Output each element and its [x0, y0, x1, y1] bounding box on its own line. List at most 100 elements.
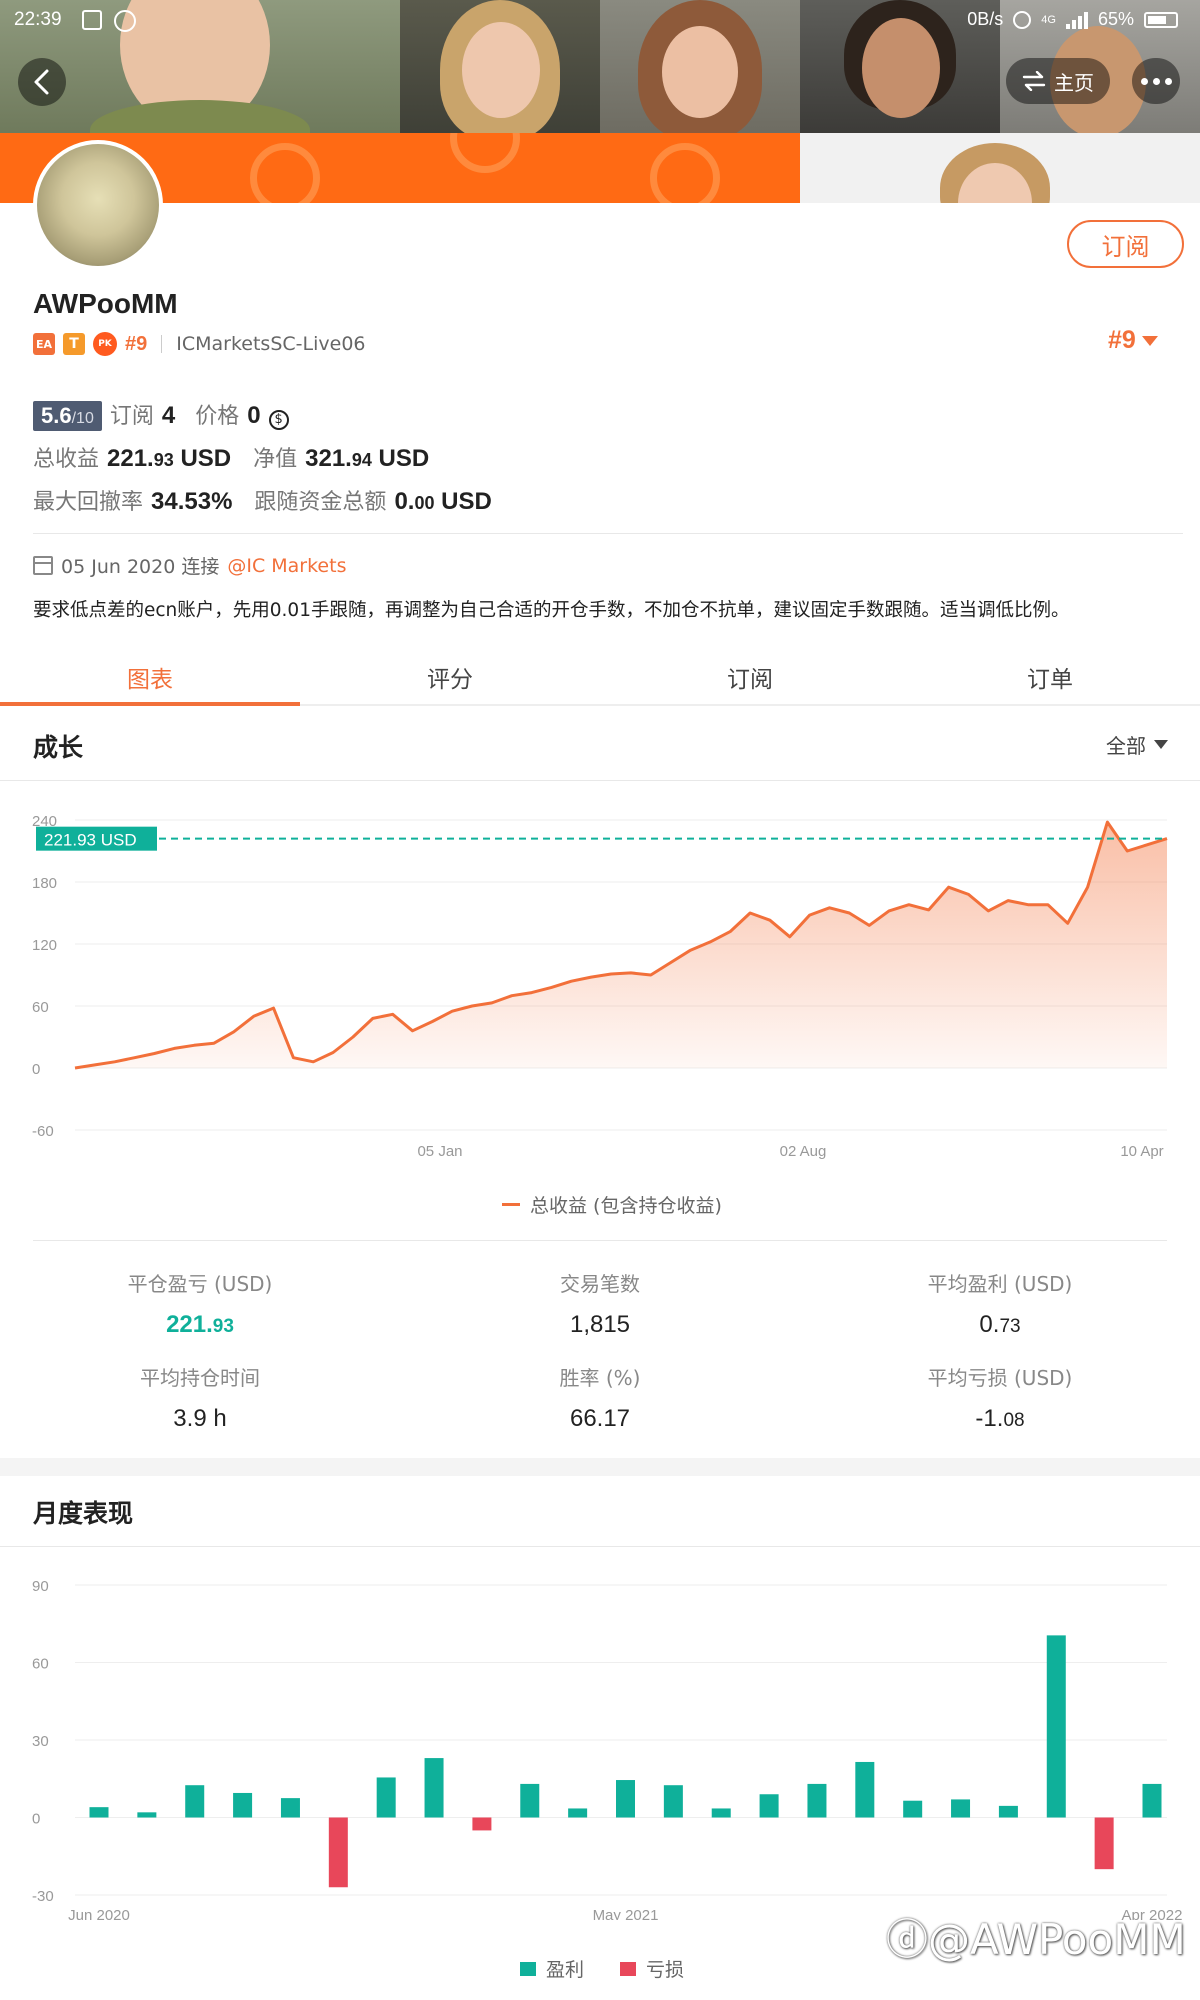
profit-row: 总收益 221.93 USD 净值 321.94 USD [33, 441, 429, 473]
swap-icon [1022, 71, 1046, 91]
battery-percent: 65% [1097, 9, 1134, 29]
max-drawdown-value: 34.53% [151, 488, 233, 515]
stat-label: 平均持仓时间 [140, 1366, 260, 1390]
tab-orders[interactable]: 订单 [900, 648, 1200, 704]
tab-rating[interactable]: 评分 [300, 648, 600, 704]
x-tick-label: Jun 2020 [68, 1907, 130, 1920]
chevron-left-icon [34, 69, 49, 95]
watermark: ⓓ@AWPooMM [886, 1915, 1186, 1964]
header-banner: 22:39 0B/s 4G 65% 主页 [0, 0, 1200, 203]
watermark-text: @AWPooMM [928, 1915, 1186, 1964]
profit-bar [89, 1807, 109, 1818]
y-tick-label: -60 [32, 1123, 54, 1140]
username: AWPooMM [33, 288, 178, 319]
stat-value: 3.9 h [173, 1405, 227, 1432]
tab-subscribe[interactable]: 订阅 [600, 648, 900, 704]
profit-bar [616, 1780, 635, 1818]
profit-bar [424, 1758, 444, 1818]
equity-label: 净值 [253, 447, 298, 472]
total-profit-value: 221.93 USD [107, 445, 232, 472]
range-select-label: 全部 [1106, 734, 1146, 758]
connection-info: 05 Jun 2020 连接 @IC Markets [33, 552, 346, 579]
y-tick-label: 60 [32, 999, 49, 1016]
battery-icon [1144, 11, 1178, 28]
legend-profit-swatch [520, 1961, 536, 1976]
range-select[interactable]: 全部 [1106, 730, 1168, 759]
profit-bar [663, 1785, 683, 1818]
stat-avg-loss: 平均亏损 (USD) -1.08 [800, 1362, 1200, 1433]
legend-loss-swatch [620, 1961, 637, 1976]
stat-label: 平均亏损 (USD) [927, 1366, 1073, 1390]
y-tick-label: -30 [32, 1888, 54, 1905]
price-value: 0 [247, 402, 261, 429]
stat-value: 1,815 [569, 1311, 631, 1338]
stat-value: -1.08 [975, 1405, 1025, 1432]
stat-label: 平仓盈亏 (USD) [127, 1272, 273, 1296]
follow-funds-label: 跟随资金总额 [254, 490, 387, 515]
y-tick-label: 0 [32, 1811, 40, 1828]
loss-bar [1094, 1817, 1114, 1870]
home-button[interactable]: 主页 [1006, 58, 1110, 104]
current-value-label: 221.93 USD [44, 831, 137, 850]
t-badge-icon: T [63, 333, 85, 355]
y-tick-label: 90 [32, 1578, 49, 1595]
profit-bar [1142, 1783, 1162, 1818]
tab-chart[interactable]: 图表 [0, 648, 300, 706]
max-drawdown-label: 最大回撤率 [33, 490, 144, 515]
profit-bar [280, 1798, 300, 1818]
growth-title: 成长 [33, 733, 84, 762]
loss-bar [328, 1817, 348, 1888]
rank-dropdown[interactable]: #9 [1108, 326, 1158, 355]
monthly-divider [0, 1546, 1200, 1547]
pk-fire-badge-icon: PK [93, 332, 117, 356]
profit-bar [903, 1800, 923, 1818]
x-tick-label: May 2021 [593, 1907, 659, 1920]
calendar-icon [33, 556, 53, 575]
stat-avg-profit: 平均盈利 (USD) 0.73 [800, 1268, 1200, 1339]
stat-label: 平均盈利 (USD) [927, 1272, 1073, 1296]
profit-bar [568, 1808, 588, 1818]
monthly-title: 月度表现 [33, 1499, 134, 1528]
home-label: 主页 [1054, 70, 1094, 95]
profit-bar [998, 1805, 1018, 1818]
drawdown-row: 最大回撤率 34.53% 跟随资金总额 0.00 USD [33, 484, 492, 516]
profit-bar [233, 1792, 253, 1818]
stat-avg-hold-time: 平均持仓时间 3.9 h [0, 1362, 400, 1433]
connected-date: 05 Jun 2020 连接 [61, 556, 220, 578]
growth-legend-label: 总收益 (包含持仓收益) [530, 1195, 722, 1217]
subscriptions-value: 4 [161, 402, 176, 429]
badge-row: EA T PK #9 ICMarketsSC-Live06 [33, 332, 366, 356]
score-value: 5.6 [41, 403, 72, 428]
equity-value: 321.94 USD [305, 445, 430, 472]
follow-funds-value: 0.00 USD [394, 488, 492, 515]
profile-divider [33, 533, 1183, 534]
subscribe-button[interactable]: 订阅 [1067, 220, 1184, 268]
x-tick-label: 05 Jan [417, 1143, 462, 1160]
profit-bar [185, 1785, 205, 1818]
status-time: 22:39 [14, 9, 62, 30]
avatar[interactable] [33, 140, 163, 270]
total-profit-label: 总收益 [33, 447, 100, 472]
stat-closed-pnl: 平仓盈亏 (USD) 221.93 [0, 1268, 400, 1339]
do-not-disturb-icon [1013, 10, 1032, 29]
banner-photo-6 [800, 133, 1200, 203]
monthly-legend: 盈利 亏损 [520, 1955, 684, 1982]
monthly-chart: -300306090Jun 2020 May 2021 Apr 2022 [32, 1578, 1182, 1920]
stats-divider [33, 1240, 1167, 1241]
x-tick-label: 02 Aug [780, 1143, 827, 1160]
x-tick-label: 10 Apr [1120, 1143, 1163, 1160]
profit-bar [807, 1783, 827, 1818]
more-button[interactable] [1132, 58, 1180, 104]
broker-link[interactable]: @IC Markets [227, 555, 346, 577]
legend-profit-label: 盈利 [546, 1959, 585, 1981]
back-button[interactable] [18, 58, 66, 106]
growth-area [75, 822, 1167, 1068]
y-tick-label: 180 [32, 875, 57, 892]
profit-bar [1046, 1635, 1066, 1818]
network-speed: 0B/s [967, 9, 1004, 29]
signal-label: 4G [1041, 13, 1056, 26]
y-tick-label: 120 [32, 937, 57, 954]
growth-legend: 总收益 (包含持仓收益) [502, 1191, 722, 1218]
coin-icon: $ [268, 409, 289, 430]
profit-bar [759, 1794, 779, 1818]
